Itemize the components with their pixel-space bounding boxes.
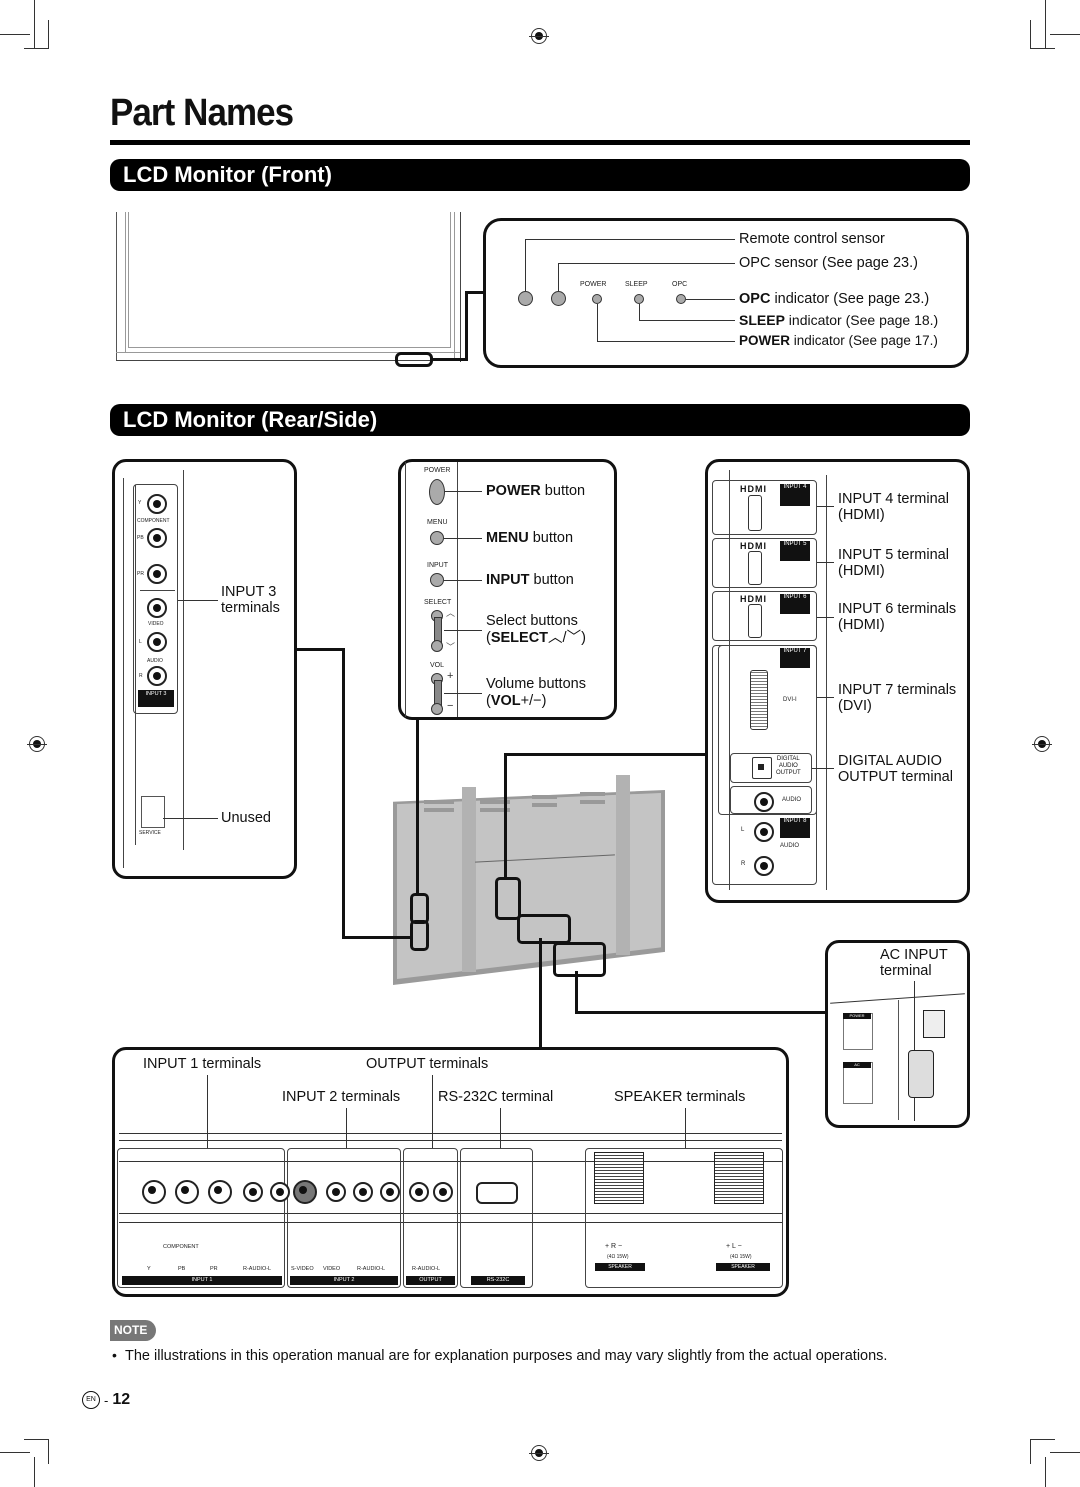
registration-mark-right [1032,736,1052,752]
ac-power-tag: POWER [843,1013,871,1019]
component-tag: COMPONENT [137,518,170,524]
r-tag: R [741,861,746,867]
front-indicator-highlight [395,352,433,367]
note-text: The illustrations in this operation manu… [125,1348,888,1364]
page-footer: EN - 12 [82,1391,130,1409]
callout-remote-sensor: Remote control sensor [739,231,885,247]
output-plate: OUTPUT [406,1276,455,1285]
input3-tag: INPUT 3 [138,690,174,707]
power-button[interactable] [429,479,445,505]
select-button-tag: SELECT [424,599,452,606]
registration-mark-bottom [529,1445,549,1461]
rs232c-port [476,1182,518,1204]
sleep-tag: SLEEP [625,281,648,288]
pr-tag: PR [137,571,144,577]
speaker-l-label: + L − [726,1243,742,1250]
sleep-indicator-icon [634,294,644,304]
input-button[interactable] [430,573,444,587]
input1-audio-label: R-AUDIO-L [243,1266,272,1272]
rs232c-plate: RS-232C [471,1276,525,1285]
speaker-l-rating: (4Ω 15W) [730,1254,752,1260]
registration-mark-top [529,28,549,44]
speaker-r-plate: SPEAKER [595,1263,645,1271]
section-heading-rear: LCD Monitor (Rear/Side) [110,404,970,436]
input1-plate: INPUT 1 [122,1276,282,1285]
input2-plate: INPUT 2 [290,1276,398,1285]
callout-speaker: SPEAKER terminals [614,1089,746,1105]
callout-input6: INPUT 6 terminals (HDMI) [838,601,957,633]
power-tag: POWER [580,281,607,288]
speaker-r-label: + R − [605,1243,623,1250]
y-tag: Y [138,500,142,506]
ac-tag: AC [843,1062,871,1068]
callout-input5: INPUT 5 terminal (HDMI) [838,547,949,579]
callout-input7: INPUT 7 terminals (DVI) [838,682,957,714]
page-separator: - [104,1392,109,1408]
s-video-label: S-VIDEO [291,1266,314,1272]
pb-tag: PB [137,535,144,541]
callout-rs232c: RS-232C terminal [438,1089,554,1105]
callout-input3: INPUT 3 terminals [221,584,280,616]
power-switch[interactable] [923,1010,945,1038]
callout-unused: Unused [221,810,271,826]
video-tag: VIDEO [148,621,164,627]
callout-input1: INPUT 1 terminals [143,1056,262,1072]
callout-menu-button: MENU button [486,530,574,546]
note-bullet: • [112,1347,117,1363]
l-tag: L [741,827,745,833]
y-label: Y [147,1266,151,1272]
section-heading-front: LCD Monitor (Front) [110,159,970,191]
menu-button-tag: MENU [427,519,448,526]
video-label: VIDEO [323,1266,341,1272]
power-button-tag: POWER [424,467,451,474]
callout-sleep-indicator: SLEEP indicator (See page 18.) [739,312,939,328]
input-button-tag: INPUT [427,562,448,569]
language-badge: EN [82,1391,100,1409]
callout-opc-indicator: OPC indicator (See page 23.) [739,291,930,307]
page-number: 12 [112,1391,131,1408]
power-indicator-icon [592,294,602,304]
callout-input-button: INPUT button [486,572,574,588]
ac-socket [908,1050,934,1098]
note-badge: NOTE [110,1320,156,1341]
audio-tag: AUDIO [147,658,163,664]
vol-minus-glyph: − [447,700,454,712]
input8-tag: INPUT 8 [780,818,810,838]
vol-plus-glyph: + [447,670,454,682]
pr-label: PR [210,1266,218,1272]
menu-button[interactable] [430,531,444,545]
speaker-r-rating: (4Ω 15W) [607,1254,629,1260]
page-title: Part Names [110,92,294,134]
audio-tag: AUDIO [782,797,802,803]
opc-tag: OPC [672,281,688,288]
callout-digital-audio: DIGITAL AUDIO OUTPUT terminal [838,753,953,785]
component-label: COMPONENT [163,1244,199,1250]
callout-output: OUTPUT terminals [366,1056,489,1072]
callout-ac-input: AC INPUT terminal [880,947,948,979]
input2-audio-label: R-AUDIO-L [357,1266,386,1272]
service-port-icon [141,796,165,828]
callout-input2: INPUT 2 terminals [282,1089,401,1105]
opc-sensor-icon [551,291,566,306]
remote-sensor-icon [518,291,533,306]
callout-power-indicator: POWER indicator (See page 17.) [739,333,938,348]
callout-power-button: POWER button [486,483,586,499]
l-tag: L [139,639,142,645]
output-audio-label: R-AUDIO-L [412,1266,441,1272]
r-tag: R [139,673,143,679]
callout-input4: INPUT 4 terminal (HDMI) [838,491,949,523]
registration-mark-left [27,736,47,752]
pb-label: PB [178,1266,186,1272]
audio-tag-2: AUDIO [780,843,800,849]
callout-volume-buttons: Volume buttons (VOL+/−) [486,676,586,709]
speaker-l-plate: SPEAKER [716,1263,770,1271]
callout-select-buttons: Select buttons (SELECT︿/﹀) [486,613,586,646]
service-tag: SERVICE [139,830,161,836]
opc-indicator-icon [676,294,686,304]
vol-button-tag: VOL [430,662,445,669]
callout-opc-sensor: OPC sensor (See page 23.) [739,255,918,271]
title-rule [110,140,970,145]
